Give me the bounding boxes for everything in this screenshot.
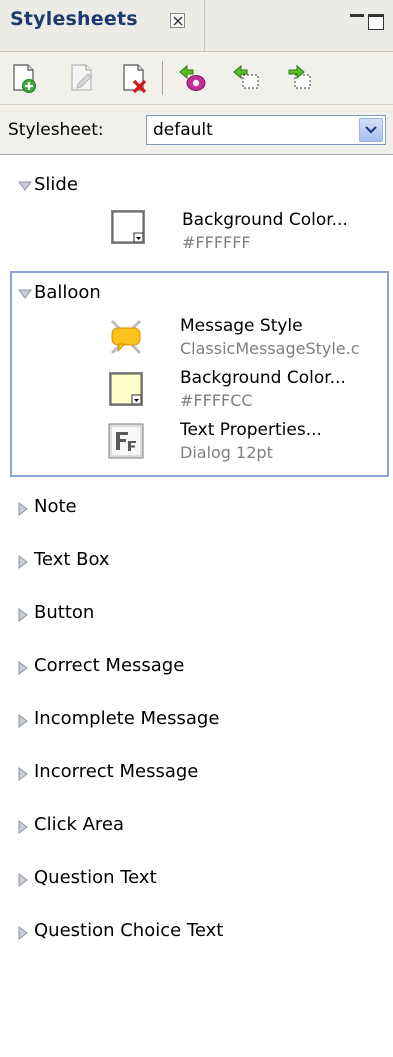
tree-label: Text Box	[34, 549, 110, 570]
property-value: ClassicMessageStyle.c	[180, 339, 360, 358]
collapsed-triangle-icon[interactable]	[18, 502, 28, 516]
property-value: #FFFFCC	[180, 391, 253, 410]
message-balloon-icon[interactable]	[108, 319, 144, 355]
stylesheet-selected-value: default	[153, 120, 213, 140]
property-name: Text Properties...	[180, 420, 322, 440]
expanded-triangle-icon[interactable]	[18, 289, 32, 299]
tree-label: Incorrect Message	[34, 761, 199, 782]
tree-node-slide[interactable]: Slide	[0, 157, 393, 207]
color-swatch-icon[interactable]	[108, 371, 144, 407]
collapsed-triangle-icon[interactable]	[18, 608, 28, 622]
property-row[interactable]: Message Style ClassicMessageStyle.c	[12, 313, 387, 365]
tree-node-balloon[interactable]: Balloon	[12, 273, 387, 313]
property-row[interactable]: Background Color... #FFFFFF	[0, 207, 393, 271]
tree-label: Slide	[34, 174, 78, 195]
style-tree: Slide Background Color... #FFFFFF Balloo…	[0, 157, 393, 1057]
collapsed-list: Note Text Box Button Correct Message Inc…	[0, 477, 393, 958]
property-name: Background Color...	[182, 210, 348, 230]
collapsed-triangle-icon[interactable]	[18, 714, 28, 728]
tree-label: Correct Message	[34, 655, 185, 676]
collapsed-triangle-icon[interactable]	[18, 873, 28, 887]
export-style-icon[interactable]	[284, 62, 316, 94]
tree-label: Note	[34, 496, 77, 517]
property-row[interactable]: Background Color... #FFFFCC	[12, 365, 387, 417]
property-value: Dialog 12pt	[180, 443, 273, 462]
collapsed-triangle-icon[interactable]	[18, 767, 28, 781]
tree-node-click-area[interactable]: Click Area	[0, 799, 393, 852]
property-name: Background Color...	[180, 368, 346, 388]
tree-node-question-choice-text[interactable]: Question Choice Text	[0, 905, 393, 958]
collapsed-triangle-icon[interactable]	[18, 820, 28, 834]
new-stylesheet-icon[interactable]	[8, 62, 40, 94]
tree-label: Click Area	[34, 814, 125, 835]
tree-section-slide: Slide Background Color... #FFFFFF	[0, 157, 393, 271]
panel-header: Stylesheets	[0, 0, 393, 52]
maximize-icon[interactable]	[368, 14, 384, 30]
tree-node-incorrect-message[interactable]: Incorrect Message	[0, 746, 393, 799]
collapsed-triangle-icon[interactable]	[18, 661, 28, 675]
stylesheet-dropdown[interactable]: default	[146, 115, 386, 145]
collapsed-triangle-icon[interactable]	[18, 926, 28, 940]
chevron-down-icon[interactable]	[359, 118, 383, 142]
delete-stylesheet-icon[interactable]	[118, 62, 150, 94]
tree-node-note[interactable]: Note	[0, 481, 393, 534]
edit-stylesheet-icon[interactable]	[66, 62, 98, 94]
import-style-icon[interactable]	[230, 62, 262, 94]
tree-node-question-text[interactable]: Question Text	[0, 852, 393, 905]
tree-node-incomplete-message[interactable]: Incomplete Message	[0, 693, 393, 746]
tree-label: Balloon	[34, 282, 101, 303]
tree-label: Button	[34, 602, 95, 623]
expanded-triangle-icon[interactable]	[18, 181, 32, 191]
tree-node-correct-message[interactable]: Correct Message	[0, 640, 393, 693]
minimize-icon[interactable]	[350, 14, 364, 17]
tree-label: Question Text	[34, 867, 157, 888]
panel-title: Stylesheets	[10, 8, 138, 30]
property-value: #FFFFFF	[182, 233, 251, 252]
close-tab-icon[interactable]	[170, 13, 185, 28]
tree-node-button[interactable]: Button	[0, 587, 393, 640]
stylesheet-label: Stylesheet:	[8, 120, 104, 140]
font-properties-icon[interactable]	[108, 423, 144, 459]
toolbar-separator	[162, 61, 163, 95]
toolbar	[0, 52, 393, 105]
tree-label: Incomplete Message	[34, 708, 220, 729]
tree-node-text-box[interactable]: Text Box	[0, 534, 393, 587]
stylesheet-row: Stylesheet: default	[0, 105, 393, 155]
property-name: Message Style	[180, 316, 303, 336]
color-swatch-icon[interactable]	[110, 209, 146, 245]
tree-label: Question Choice Text	[34, 920, 224, 941]
tab-divider	[204, 0, 205, 52]
tree-section-balloon: Balloon Message Style ClassicMessageStyl…	[10, 271, 389, 477]
apply-style-icon[interactable]	[176, 62, 208, 94]
collapsed-triangle-icon[interactable]	[18, 555, 28, 569]
property-row[interactable]: Text Properties... Dialog 12pt	[12, 417, 387, 475]
